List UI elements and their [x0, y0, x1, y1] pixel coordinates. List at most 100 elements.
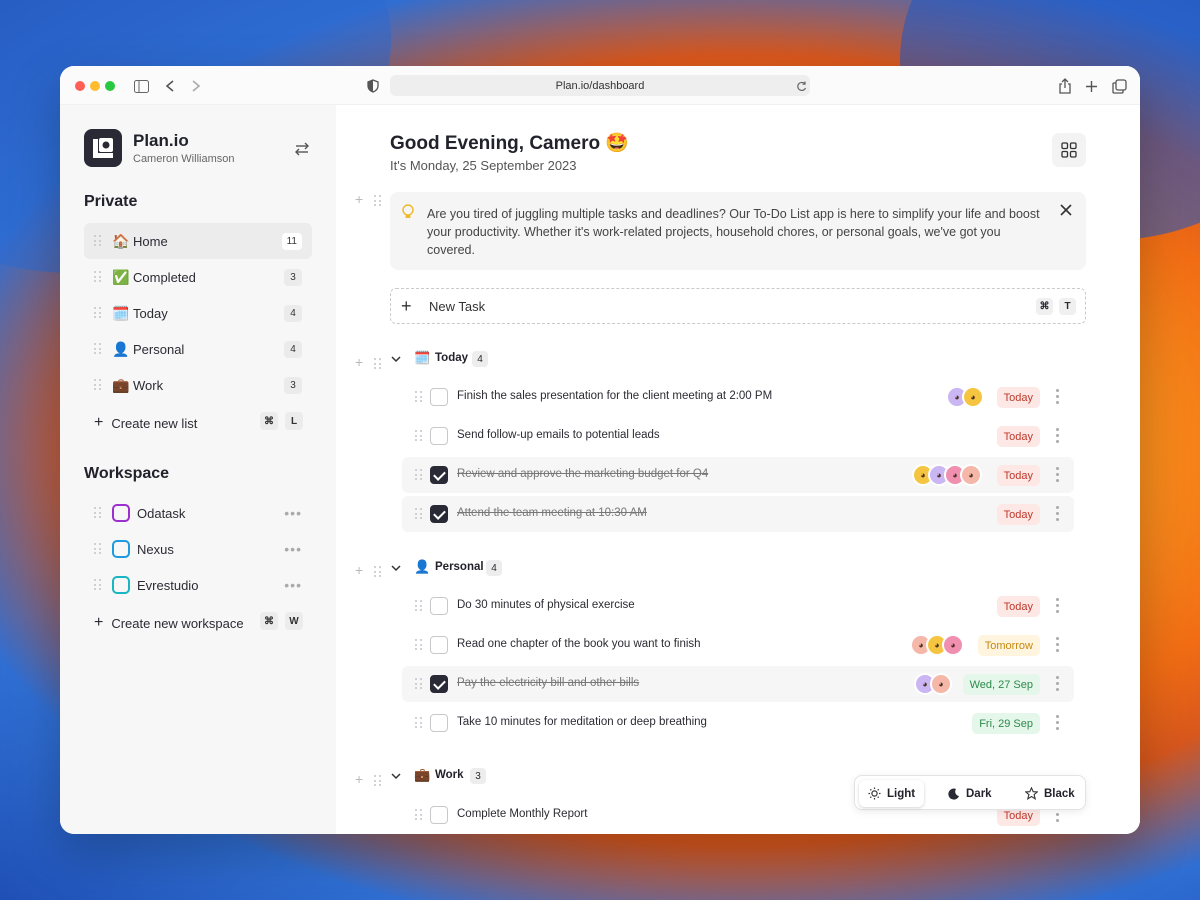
drag-handle-icon[interactable]: [415, 600, 423, 612]
due-badge[interactable]: Today: [996, 387, 1040, 408]
more-options-icon[interactable]: •••: [284, 541, 302, 557]
due-badge[interactable]: Today: [996, 426, 1040, 447]
share-icon[interactable]: [1056, 77, 1074, 95]
task-row[interactable]: Read one chapter of the book you want to…: [402, 627, 1074, 663]
add-block-icon[interactable]: +: [355, 191, 363, 207]
more-vertical-icon[interactable]: [1056, 428, 1060, 446]
task-checkbox[interactable]: [430, 505, 448, 523]
lightbulb-icon: [402, 204, 414, 223]
sidebar-item-today[interactable]: 🗓️ Today 4: [84, 295, 312, 331]
more-vertical-icon[interactable]: [1056, 676, 1060, 694]
grid-view-button[interactable]: [1052, 133, 1086, 167]
add-block-icon[interactable]: +: [355, 562, 363, 578]
task-row[interactable]: Finish the sales presentation for the cl…: [402, 379, 1074, 415]
theme-black-button[interactable]: Black: [1016, 780, 1084, 807]
task-checkbox[interactable]: [430, 806, 448, 824]
due-badge[interactable]: Fri, 29 Sep: [972, 713, 1040, 734]
drag-handle-icon[interactable]: [94, 271, 102, 283]
task-row[interactable]: Take 10 minutes for meditation or deep b…: [402, 705, 1074, 741]
more-vertical-icon[interactable]: [1056, 506, 1060, 524]
task-checkbox[interactable]: [430, 388, 448, 406]
drag-handle-icon[interactable]: [94, 343, 102, 355]
new-tab-icon[interactable]: [1082, 77, 1100, 95]
task-checkbox[interactable]: [430, 675, 448, 693]
drag-handle-icon[interactable]: [94, 507, 102, 519]
due-badge[interactable]: Today: [996, 596, 1040, 617]
new-task-input[interactable]: + New Task ⌘ T: [390, 288, 1086, 324]
sidebar-toggle-icon[interactable]: [132, 77, 150, 95]
task-checkbox[interactable]: [430, 427, 448, 445]
task-checkbox[interactable]: [430, 466, 448, 484]
drag-handle-icon[interactable]: [374, 775, 382, 787]
sidebar: Plan.io Cameron Williamson Private 🏠 Hom…: [60, 105, 336, 834]
task-row[interactable]: Do 30 minutes of physical exercise Today: [402, 588, 1074, 624]
drag-handle-icon[interactable]: [374, 358, 382, 370]
task-row[interactable]: Pay the electricity bill and other bills…: [402, 666, 1074, 702]
drag-handle-icon[interactable]: [374, 195, 382, 207]
drag-handle-icon[interactable]: [415, 391, 423, 403]
create-new-workspace-button[interactable]: + Create new workspace: [94, 614, 244, 632]
more-vertical-icon[interactable]: [1056, 598, 1060, 616]
count-badge: 11: [281, 232, 302, 250]
add-block-icon[interactable]: +: [355, 354, 363, 370]
workspace-item-nexus[interactable]: Nexus •••: [84, 531, 312, 567]
url-bar[interactable]: Plan.io/dashboard: [390, 75, 810, 96]
more-vertical-icon[interactable]: [1056, 715, 1060, 733]
drag-handle-icon[interactable]: [94, 235, 102, 247]
task-row[interactable]: Review and approve the marketing budget …: [402, 457, 1074, 493]
drag-handle-icon[interactable]: [415, 508, 423, 520]
plus-icon: +: [94, 414, 104, 431]
theme-light-button[interactable]: Light: [859, 780, 925, 807]
new-task-label: New Task: [429, 298, 486, 314]
task-checkbox[interactable]: [430, 636, 448, 654]
drag-handle-icon[interactable]: [415, 469, 423, 481]
sidebar-item-personal[interactable]: 👤 Personal 4: [84, 331, 312, 367]
count-badge: 4: [486, 560, 502, 576]
theme-dark-button[interactable]: Dark: [939, 780, 1001, 807]
create-new-list-button[interactable]: + Create new list: [94, 414, 197, 432]
group-header-today[interactable]: 🗓️ Today 4: [390, 350, 590, 368]
group-header-personal[interactable]: 👤 Personal 4: [390, 559, 590, 577]
sidebar-item-work[interactable]: 💼 Work 3: [84, 367, 312, 403]
more-options-icon[interactable]: •••: [284, 505, 302, 521]
drag-handle-icon[interactable]: [415, 639, 423, 651]
back-icon[interactable]: [161, 77, 179, 95]
drag-handle-icon[interactable]: [415, 430, 423, 442]
due-badge[interactable]: Today: [996, 465, 1040, 486]
task-checkbox[interactable]: [430, 597, 448, 615]
add-block-icon[interactable]: +: [355, 771, 363, 787]
due-badge[interactable]: Wed, 27 Sep: [962, 674, 1040, 695]
more-vertical-icon[interactable]: [1056, 637, 1060, 655]
workspace-item-odatask[interactable]: Odatask •••: [84, 495, 312, 531]
task-row[interactable]: Send follow-up emails to potential leads…: [402, 418, 1074, 454]
tabs-overview-icon[interactable]: [1110, 77, 1128, 95]
more-options-icon[interactable]: •••: [284, 577, 302, 593]
group-header-work[interactable]: 💼 Work 3: [390, 767, 590, 785]
drag-handle-icon[interactable]: [415, 809, 423, 821]
drag-handle-icon[interactable]: [94, 579, 102, 591]
close-icon[interactable]: [1060, 203, 1072, 221]
switch-account-icon[interactable]: [292, 139, 312, 159]
task-checkbox[interactable]: [430, 714, 448, 732]
shield-icon[interactable]: [364, 77, 382, 95]
due-badge[interactable]: Tomorrow: [977, 635, 1040, 656]
drag-handle-icon[interactable]: [415, 717, 423, 729]
sidebar-item-completed[interactable]: ✅ Completed 3: [84, 259, 312, 295]
sidebar-item-label: Today: [133, 305, 168, 321]
maximize-window-button[interactable]: [105, 81, 115, 91]
close-window-button[interactable]: [75, 81, 85, 91]
forward-icon[interactable]: [187, 77, 205, 95]
workspace-item-evrestudio[interactable]: Evrestudio •••: [84, 567, 312, 603]
drag-handle-icon[interactable]: [94, 379, 102, 391]
minimize-window-button[interactable]: [90, 81, 100, 91]
drag-handle-icon[interactable]: [415, 678, 423, 690]
sidebar-item-home[interactable]: 🏠 Home 11: [84, 223, 312, 259]
more-vertical-icon[interactable]: [1056, 389, 1060, 407]
drag-handle-icon[interactable]: [94, 543, 102, 555]
reload-icon[interactable]: [792, 77, 810, 95]
drag-handle-icon[interactable]: [94, 307, 102, 319]
more-vertical-icon[interactable]: [1056, 467, 1060, 485]
due-badge[interactable]: Today: [996, 504, 1040, 525]
drag-handle-icon[interactable]: [374, 566, 382, 578]
task-row[interactable]: Attend the team meeting at 10:30 AM Toda…: [402, 496, 1074, 532]
